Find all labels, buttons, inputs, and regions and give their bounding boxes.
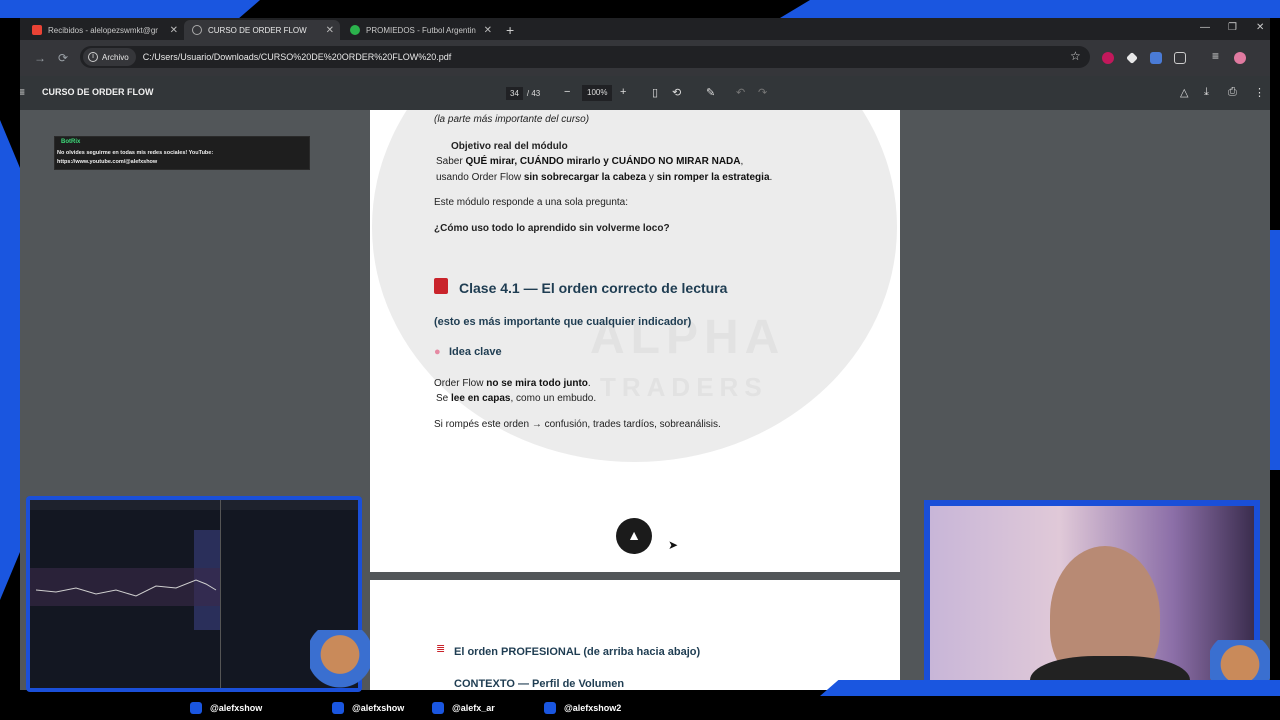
drive-icon[interactable]: △ xyxy=(1180,86,1188,99)
more-icon[interactable]: ⋮ xyxy=(1254,86,1265,99)
bookmark-star-icon[interactable]: ☆ xyxy=(1070,49,1081,63)
objetivo-line-2: usando Order Flow sin sobrecargar la cab… xyxy=(436,172,773,183)
trading-chart-thumbnail xyxy=(30,500,358,688)
print-icon[interactable]: ⎙ xyxy=(1228,86,1237,99)
file-chip[interactable]: i Archivo xyxy=(83,48,136,66)
alpha-traders-logo: ▲ xyxy=(616,518,652,554)
translate-icon[interactable] xyxy=(1150,52,1162,64)
info-icon: i xyxy=(88,52,98,62)
order-flow-line: Order Flow no se mira todo junto. xyxy=(434,378,591,389)
globe-icon xyxy=(192,25,202,35)
reload-icon[interactable]: ⟳ xyxy=(58,51,68,65)
close-icon[interactable]: ✕ xyxy=(484,25,492,36)
profile-avatar[interactable] xyxy=(1234,52,1246,64)
social-tiktok: @alefxshow xyxy=(190,702,262,714)
tab-label: CURSO DE ORDER FLOW xyxy=(208,25,307,35)
frame-right xyxy=(1270,230,1280,470)
extension-icon-2[interactable] xyxy=(1126,52,1138,64)
mascot-sticker-icon xyxy=(310,630,370,700)
address-row: → ⟳ i Archivo C:/Users/Usuario/Downloads… xyxy=(20,40,1270,76)
frame-bottom-right xyxy=(820,680,1280,696)
minimize-icon[interactable]: — xyxy=(1200,22,1210,33)
close-window-icon[interactable]: ✕ xyxy=(1256,22,1264,33)
annotate-icon[interactable]: ✎ xyxy=(706,86,715,99)
media-controls-icon[interactable]: ≡ xyxy=(1212,49,1219,63)
capas-line: Se lee en capas, como un embudo. xyxy=(436,393,597,404)
page-indicator: 34 / 43 xyxy=(506,85,540,101)
mouse-cursor-icon: ➤ xyxy=(668,538,679,552)
botrix-message: No olvides seguirme en todas mis redes s… xyxy=(57,150,214,165)
zoom-out-icon[interactable]: − xyxy=(564,86,570,98)
extension-icon-1[interactable] xyxy=(1102,52,1114,64)
botrix-name: BotRix xyxy=(61,139,81,145)
tab-promiedos[interactable]: PROMIEDOS - Futbol Argentino ✕ xyxy=(342,20,498,40)
redo-icon[interactable]: ↷ xyxy=(758,86,767,99)
book-icon xyxy=(434,278,448,294)
download-icon[interactable]: ⤓ xyxy=(1204,86,1209,99)
forward-icon[interactable]: → xyxy=(34,51,46,65)
instagram-icon xyxy=(432,702,444,714)
pdf-page-35: ≣ El orden PROFESIONAL (de arriba hacia … xyxy=(370,580,900,690)
page-number-input[interactable]: 34 xyxy=(506,86,523,100)
list-icon: ≣ xyxy=(436,643,446,655)
brain-icon: ● xyxy=(434,346,441,358)
module-subtitle: (la parte más importante del curso) xyxy=(434,114,590,125)
social-youtube: @alefxshow2 xyxy=(544,702,621,714)
social-twitch: @alefxshow xyxy=(332,702,404,714)
tab-gmail[interactable]: Recibidos - alelopezswmkt@gmail ✕ xyxy=(24,20,184,40)
new-tab-button[interactable]: + xyxy=(506,22,514,38)
tab-strip: Recibidos - alelopezswmkt@gmail ✕ CURSO … xyxy=(20,18,1270,40)
responde-text: Este módulo responde a una sola pregunta… xyxy=(434,197,629,208)
chat-overlay: BotRix No olvides seguirme en todas mis … xyxy=(54,136,310,170)
objetivo-heading: Objetivo real del módulo xyxy=(451,141,568,152)
gmail-icon xyxy=(32,25,42,35)
watermark-text: TRADERS xyxy=(600,372,768,402)
maximize-icon[interactable]: ❐ xyxy=(1228,22,1237,33)
menu-icon[interactable]: ≡ xyxy=(20,85,25,99)
pdf-toolbar: ≡ CURSO DE ORDER FLOW 34 / 43 − 100% + ▯… xyxy=(20,76,1270,110)
undo-icon[interactable]: ↶ xyxy=(736,86,745,99)
page-total: / 43 xyxy=(526,88,541,98)
tab-label: Recibidos - alelopezswmkt@gmail xyxy=(48,25,158,35)
social-instagram: @alefx_ar xyxy=(432,702,495,714)
zoom-in-icon[interactable]: + xyxy=(620,86,626,98)
clase-subtitle: (esto es más importante que cualquier in… xyxy=(434,316,692,328)
pdf-title: CURSO DE ORDER FLOW xyxy=(42,87,154,97)
tab-curso[interactable]: CURSO DE ORDER FLOW ✕ xyxy=(184,20,340,40)
pdf-page-34: ALPHA TRADERS (la parte más importante d… xyxy=(370,110,900,572)
social-bar: @alefxshow @alefxshow @alefx_ar @alefxsh… xyxy=(0,696,1280,720)
fit-page-icon[interactable]: ▯ xyxy=(652,86,658,99)
close-icon[interactable]: ✕ xyxy=(170,25,178,36)
price-line xyxy=(36,579,217,597)
youtube-icon xyxy=(544,702,556,714)
frame-top-right xyxy=(780,0,1280,18)
clase-title: Clase 4.1 — El orden correcto de lectura xyxy=(459,280,728,296)
frame-left xyxy=(0,120,20,600)
twitch-icon xyxy=(332,702,344,714)
tiktok-icon xyxy=(190,702,202,714)
url-text: C:/Users/Usuario/Downloads/CURSO%20DE%20… xyxy=(142,52,452,62)
tab-label: PROMIEDOS - Futbol Argentino xyxy=(366,25,476,35)
pregunta-text: ¿Cómo uso todo lo aprendido sin volverme… xyxy=(434,223,670,234)
frame-top-left xyxy=(0,0,260,18)
address-bar[interactable]: i Archivo C:/Users/Usuario/Downloads/CUR… xyxy=(80,46,1090,68)
zoom-input[interactable]: 100% xyxy=(582,85,613,101)
promiedos-icon xyxy=(350,25,360,35)
extensions-puzzle-icon[interactable] xyxy=(1174,52,1186,64)
idea-clave-heading: Idea clave xyxy=(449,346,502,358)
orden-heading: El orden PROFESIONAL (de arriba hacia ab… xyxy=(454,646,701,658)
objetivo-line-1: Saber QUÉ mirar, CUÁNDO mirarlo y CUÁNDO… xyxy=(436,156,744,167)
close-icon[interactable]: ✕ xyxy=(326,25,334,36)
chip-label: Archivo xyxy=(102,52,129,62)
contexto-heading: CONTEXTO — Perfil de Volumen xyxy=(454,678,625,690)
stream-frame: Recibidos - alelopezswmkt@gmail ✕ CURSO … xyxy=(0,0,1280,720)
rotate-icon[interactable]: ⟲ xyxy=(672,86,681,99)
webcam-feed xyxy=(930,506,1254,690)
rompes-line: Si rompés este orden → confusión, trades… xyxy=(434,419,721,430)
